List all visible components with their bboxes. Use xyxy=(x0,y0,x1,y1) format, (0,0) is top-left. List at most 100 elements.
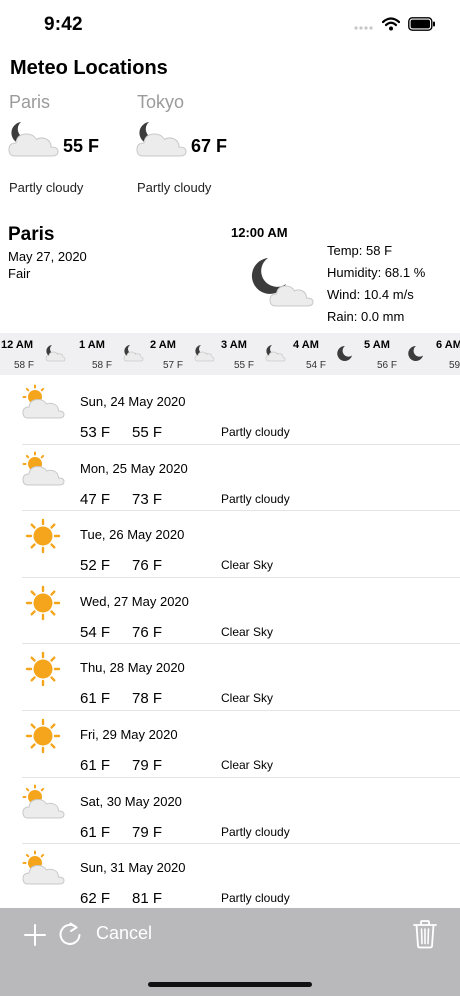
list-item[interactable]: Fri, 29 May 2020 61 F 79 F Clear Sky xyxy=(0,711,460,778)
cancel-button[interactable]: Cancel xyxy=(96,923,152,944)
hourly-forecast[interactable]: 12 AM 58 F 1 AM 58 F 2 AM 57 F 3 AM 55 F… xyxy=(0,333,460,375)
bottom-toolbar: Cancel xyxy=(0,908,460,996)
moon-cloud-icon xyxy=(251,258,314,307)
hour-item[interactable]: 2 AM 57 F xyxy=(150,333,220,375)
day-high-temp: 81 F xyxy=(132,890,163,908)
status-time: 9:42 xyxy=(44,14,83,35)
hour-item[interactable]: 1 AM 58 F xyxy=(79,333,149,375)
day-low-temp: 61 F xyxy=(80,823,111,841)
list-item[interactable]: Sun, 24 May 2020 53 F 55 F Partly cloudy xyxy=(0,378,460,445)
signal-icon xyxy=(354,26,373,30)
hour-time: 6 AM xyxy=(436,339,460,351)
current-details: Temp: 58 F Humidity: 68.1 % Wind: 10.4 m… xyxy=(327,240,425,328)
current-time: 12:00 AM xyxy=(231,225,288,240)
moon-icon xyxy=(408,345,423,361)
list-item[interactable]: Sun, 31 May 2020 62 F 81 F Partly cloudy xyxy=(0,844,460,911)
day-condition: Clear Sky xyxy=(221,691,274,706)
day-date: Wed, 27 May 2020 xyxy=(80,593,189,609)
day-date: Mon, 25 May 2020 xyxy=(80,460,188,476)
trash-icon[interactable] xyxy=(412,919,438,949)
hour-temp: 56 F xyxy=(377,360,398,371)
moon-cloud-icon xyxy=(136,122,187,157)
hour-time: 5 AM xyxy=(364,339,390,351)
day-high-temp: 73 F xyxy=(132,490,163,508)
day-condition: Partly cloudy xyxy=(221,891,290,906)
status-bar: 9:42 xyxy=(0,0,460,50)
location-condition: Partly cloudy xyxy=(9,180,84,195)
list-item[interactable]: Mon, 25 May 2020 47 F 73 F Partly cloudy xyxy=(0,445,460,512)
refresh-icon[interactable] xyxy=(56,920,84,948)
hour-item[interactable]: 12 AM 58 F xyxy=(1,333,71,375)
current-weather: Paris May 27, 2020 Fair 12:00 AM Temp: 5… xyxy=(0,216,460,328)
day-date: Thu, 28 May 2020 xyxy=(80,660,185,676)
add-icon[interactable] xyxy=(22,922,48,948)
day-date: Fri, 29 May 2020 xyxy=(80,727,178,742)
day-condition: Partly cloudy xyxy=(221,824,290,839)
day-low-temp: 52 F xyxy=(80,557,111,575)
location-card-tokyo[interactable]: Tokyo 67 F Partly cloudy xyxy=(136,88,265,208)
moon-icon xyxy=(337,345,352,361)
location-card-paris[interactable]: Paris 55 F Partly cloudy xyxy=(8,88,137,208)
location-name: Tokyo xyxy=(137,92,185,112)
day-date: Sat, 30 May 2020 xyxy=(80,793,182,809)
battery-icon xyxy=(408,17,435,31)
sun-cloud-icon xyxy=(22,784,65,819)
list-item[interactable]: Sat, 30 May 2020 61 F 79 F Partly cloudy xyxy=(0,778,460,845)
moon-cloud-icon xyxy=(8,122,59,157)
sun-icon xyxy=(25,518,61,554)
location-name: Paris xyxy=(9,92,51,112)
day-low-temp: 61 F xyxy=(80,690,111,708)
current-temp: Temp: 58 F xyxy=(327,243,393,258)
current-city: Paris xyxy=(8,224,55,245)
day-low-temp: 47 F xyxy=(80,490,111,508)
hour-time: 1 AM xyxy=(79,339,105,351)
day-high-temp: 76 F xyxy=(132,623,163,641)
home-indicator xyxy=(148,982,312,987)
wifi-icon xyxy=(382,17,400,31)
hour-temp: 58 F xyxy=(14,360,35,371)
day-date: Sun, 31 May 2020 xyxy=(80,860,186,876)
hour-item[interactable]: 4 AM 54 F xyxy=(293,333,363,375)
hour-temp: 55 F xyxy=(234,360,255,371)
moon-cloud-icon xyxy=(194,345,215,362)
day-low-temp: 54 F xyxy=(80,623,111,641)
location-condition: Partly cloudy xyxy=(137,180,212,195)
hour-temp: 57 F xyxy=(163,360,184,371)
hour-temp: 59 xyxy=(449,360,460,371)
hour-time: 12 AM xyxy=(1,339,33,351)
day-low-temp: 61 F xyxy=(80,757,111,774)
moon-cloud-icon xyxy=(45,345,66,362)
moon-cloud-icon xyxy=(123,345,144,362)
day-condition: Partly cloudy xyxy=(221,425,290,439)
day-condition: Partly cloudy xyxy=(221,491,290,506)
page-title: Meteo Locations xyxy=(10,57,168,79)
hour-temp: 58 F xyxy=(92,360,113,371)
hour-item[interactable]: 6 AM 59 xyxy=(436,333,460,375)
sun-icon xyxy=(25,585,61,620)
day-condition: Clear Sky xyxy=(221,624,274,639)
sun-icon xyxy=(25,652,61,687)
day-low-temp: 62 F xyxy=(80,890,111,908)
location-temp: 55 F xyxy=(63,136,100,156)
status-icons xyxy=(354,17,436,31)
hour-item[interactable]: 5 AM 56 F xyxy=(364,333,434,375)
current-humidity: Humidity: 68.1 % xyxy=(327,265,426,280)
current-condition: Fair xyxy=(8,266,31,281)
sun-cloud-icon xyxy=(22,451,65,486)
hour-item[interactable]: 3 AM 55 F xyxy=(221,333,291,375)
day-high-temp: 76 F xyxy=(132,557,163,575)
sun-cloud-icon xyxy=(22,384,65,419)
day-condition: Clear Sky xyxy=(221,758,274,772)
hour-temp: 54 F xyxy=(306,360,327,371)
hour-time: 2 AM xyxy=(150,339,176,351)
day-high-temp: 55 F xyxy=(132,424,163,441)
day-date: Tue, 26 May 2020 xyxy=(80,527,185,543)
day-date: Sun, 24 May 2020 xyxy=(80,394,186,409)
sun-cloud-icon xyxy=(22,850,65,885)
hour-time: 3 AM xyxy=(221,339,247,351)
list-item[interactable]: Thu, 28 May 2020 61 F 78 F Clear Sky xyxy=(0,644,460,711)
current-date: May 27, 2020 xyxy=(8,249,87,264)
list-item[interactable]: Wed, 27 May 2020 54 F 76 F Clear Sky xyxy=(0,578,460,645)
day-low-temp: 53 F xyxy=(80,424,111,441)
list-item[interactable]: Tue, 26 May 2020 52 F 76 F Clear Sky xyxy=(0,511,460,578)
